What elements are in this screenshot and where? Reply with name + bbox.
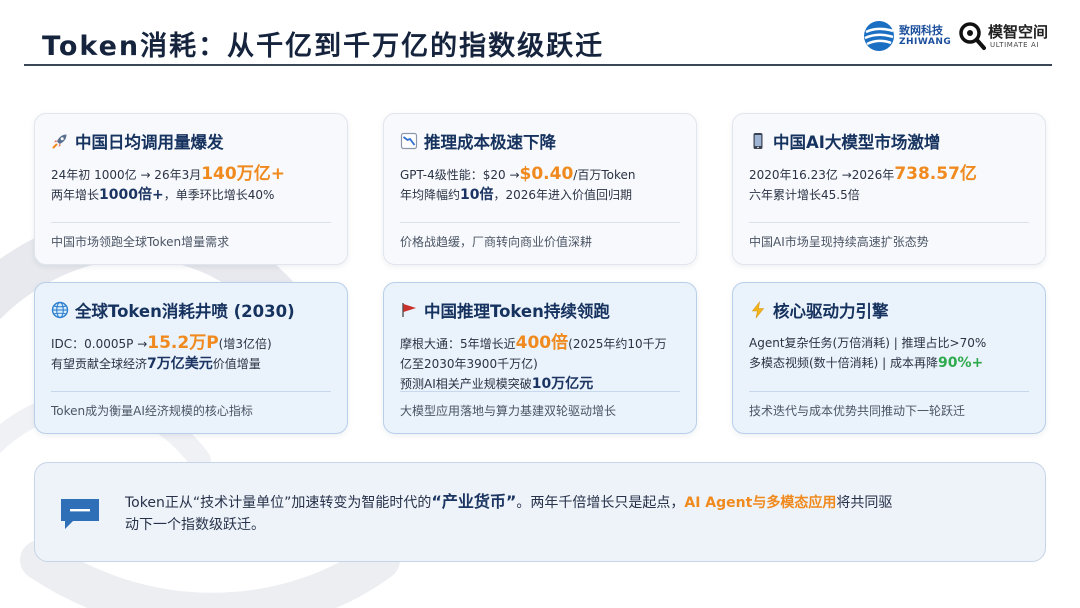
- stat-text: ，单季环比增长40%: [163, 188, 275, 202]
- zhiwang-logo-en: ZHIWANG: [899, 37, 952, 47]
- stat-text: 摩根大通：5年增长近: [400, 337, 516, 351]
- card-note: 中国市场领跑全球Token增量需求: [51, 222, 331, 250]
- card-core-drivers: 核心驱动力引擎 Agent复杂任务(万倍消耗) | 推理占比>70% 多模态视频…: [732, 282, 1046, 434]
- card-title: 中国推理Token持续领跑: [424, 302, 610, 321]
- stat-highlight: $0.40: [519, 164, 574, 184]
- card-title: 全球Token消耗井喷 (2030): [75, 302, 295, 321]
- card-inference-cost: 推理成本极速下降 GPT-4级性能：$20 →$0.40/百万Token 年均降…: [383, 113, 697, 265]
- stat-text: 价值增量: [212, 357, 261, 371]
- stat-text: 24年初 1000亿 → 26年3月: [51, 168, 202, 182]
- stat-highlight: 10万亿元: [531, 376, 594, 392]
- rocket-icon: [52, 134, 67, 149]
- summary-part: 。两年千倍增长只是起点，: [516, 495, 685, 511]
- chart-down-icon: [400, 132, 418, 150]
- card-china-daily-calls: 中国日均调用量爆发 24年初 1000亿 → 26年3月140万亿+ 两年增长1…: [34, 113, 348, 265]
- stat-text: 亿至2030年3900千万亿): [400, 357, 538, 371]
- chat-bubble-icon: [61, 499, 99, 529]
- summary-part: 将共同驱: [836, 495, 893, 511]
- stat-text: ，2026年进入价值回归期: [493, 188, 633, 202]
- summary-part: 动下一个指数级跃迁。: [125, 517, 265, 533]
- stat-text: Agent复杂任务(万倍消耗) | 推理占比>70%: [749, 336, 987, 350]
- summary-box: Token正从“技术计量单位”加速转变为智能时代的“产业货币”。两年千倍增长只是…: [34, 462, 1046, 562]
- card-note: 价格战趋缓，厂商转向商业价值深耕: [400, 222, 680, 250]
- flag-icon: [402, 303, 416, 317]
- mozhi-logo-en: ULTIMATE AI: [990, 41, 1040, 49]
- summary-emphasis: “产业货币”: [431, 492, 517, 511]
- card-note: 技术迭代与成本优势共同推动下一轮跃迁: [749, 391, 1029, 419]
- card-global-token: 全球Token消耗井喷 (2030) IDC：0.0005P →15.2万P(增…: [34, 282, 348, 434]
- globe-icon: [51, 301, 69, 319]
- stat-text: 有望贡献全球经济: [51, 357, 148, 371]
- stat-text: /百万Token: [573, 168, 636, 182]
- mozhi-logo: 模智空间 ULTIMATE AI: [958, 18, 1052, 54]
- stat-highlight: 15.2万P: [147, 333, 219, 353]
- stat-text: IDC：0.0005P →: [51, 337, 148, 351]
- stat-text: (增3亿倍): [218, 337, 272, 351]
- stat-text: 多模态视频(数十倍消耗) | 成本再降: [749, 356, 939, 370]
- stat-text: 2020年16.23亿 →2026年: [749, 168, 895, 182]
- card-title: 中国日均调用量爆发: [75, 133, 224, 152]
- card-china-inference-token: 中国推理Token持续领跑 摩根大通：5年增长近400倍(2025年约10千万 …: [383, 282, 697, 434]
- magnifier-logo-icon: [959, 22, 986, 50]
- stat-text: 年均降幅约: [400, 188, 461, 202]
- card-china-ai-market: 中国AI大模型市场激增 2020年16.23亿 →2026年738.57亿 六年…: [732, 113, 1046, 265]
- card-note: 大模型应用落地与算力基建双轮驱动增长: [400, 391, 680, 419]
- header: Token消耗：从千亿到千万亿的指数级跃迁 致网科技 ZHIWANG 模智空间 …: [0, 0, 1080, 66]
- card-title: 推理成本极速下降: [424, 133, 556, 152]
- stat-highlight: 7万亿美元: [147, 356, 213, 372]
- lightning-icon: [751, 301, 765, 319]
- card-title: 核心驱动力引擎: [773, 302, 889, 321]
- summary-text: Token正从“技术计量单位”加速转变为智能时代的“产业货币”。两年千倍增长只是…: [125, 491, 1025, 536]
- page-title: Token消耗：从千亿到千万亿的指数级跃迁: [42, 31, 605, 62]
- stat-highlight: 10倍: [460, 187, 494, 203]
- mobile-phone-icon: [753, 133, 763, 149]
- zhiwang-logo: 致网科技 ZHIWANG: [862, 18, 951, 54]
- header-divider: [24, 64, 1052, 66]
- summary-emphasis: AI Agent与多模态应用: [684, 495, 837, 511]
- mozhi-logo-cn: 模智空间: [988, 23, 1049, 41]
- zhiwang-logo-icon: [864, 21, 894, 51]
- zhiwang-logo-cn: 致网科技: [899, 24, 943, 37]
- stat-highlight: 90%+: [938, 355, 984, 371]
- stat-highlight: 140万亿+: [201, 164, 285, 184]
- stat-highlight: 1000倍+: [99, 187, 164, 203]
- stat-text: 六年累计增长45.5倍: [749, 188, 860, 202]
- stat-text: 预测AI相关产业规模突破: [400, 377, 532, 391]
- card-note: Token成为衡量AI经济规模的核心指标: [51, 391, 331, 419]
- stat-text: 两年增长: [51, 188, 100, 202]
- stat-highlight: 738.57亿: [894, 164, 977, 184]
- card-title: 中国AI大模型市场激增: [773, 133, 941, 152]
- stat-text: GPT-4级性能：$20 →: [400, 168, 520, 182]
- stat-text: (2025年约10千万: [568, 337, 667, 351]
- card-note: 中国AI市场呈现持续高速扩张态势: [749, 222, 1029, 250]
- stat-highlight: 400倍: [515, 333, 569, 353]
- summary-part: Token正从“技术计量单位”加速转变为智能时代的: [125, 495, 432, 511]
